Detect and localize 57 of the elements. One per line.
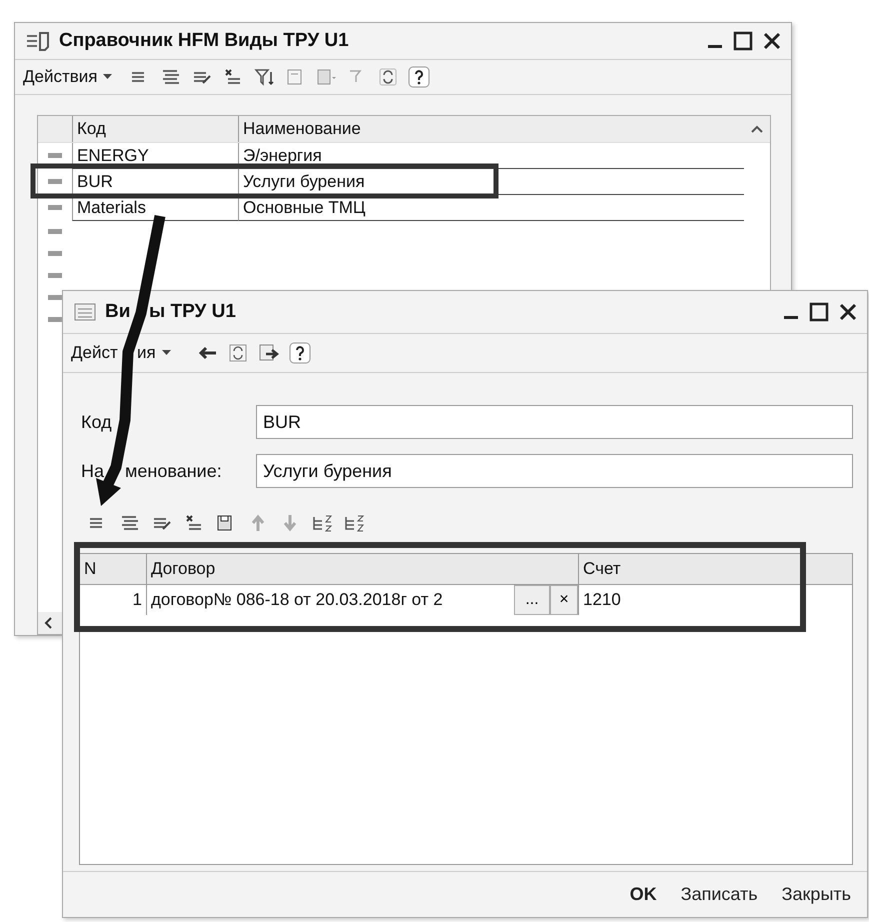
- close-icon[interactable]: [763, 32, 781, 50]
- sort-descending-icon[interactable]: [343, 513, 365, 533]
- row-marker-icon: [48, 251, 62, 257]
- filter-icon[interactable]: [253, 67, 276, 87]
- list-icon: [25, 31, 51, 51]
- field-label: На: [81, 460, 106, 482]
- scroll-up-icon[interactable]: [751, 125, 763, 133]
- close-icon[interactable]: [839, 303, 857, 321]
- table-cell: Услуги бурения: [238, 169, 744, 195]
- actions-menu[interactable]: Действия: [23, 67, 120, 87]
- field-label: Код: [81, 412, 112, 432]
- maximize-icon[interactable]: [809, 302, 829, 322]
- window-title: Ви: [105, 301, 131, 323]
- row-marker-icon: [48, 229, 62, 235]
- actions-menu[interactable]: Дейст: [71, 343, 119, 363]
- table-cell: Materials: [72, 195, 238, 221]
- help-icon[interactable]: [288, 342, 311, 364]
- input-field[interactable]: BUR: [256, 405, 853, 439]
- input-field[interactable]: Услуги бурения: [256, 454, 853, 488]
- choose-button[interactable]: ...: [514, 585, 550, 615]
- actions-menu[interactable]: ия: [137, 343, 179, 363]
- caret-icon: [162, 350, 171, 356]
- table-cell-text: 1: [132, 589, 143, 611]
- table-cell: Основные ТМЦ: [238, 195, 744, 221]
- row-marker-icon: [48, 317, 62, 323]
- table-cell: Э/энергия: [238, 143, 744, 169]
- window-title: Справочник HFM Виды ТРУ U1: [59, 30, 350, 52]
- reread-icon[interactable]: [226, 343, 249, 363]
- copy-row-icon[interactable]: [119, 513, 141, 533]
- row-marker-icon: [48, 295, 62, 301]
- column-header[interactable]: Договор: [146, 554, 578, 584]
- column-header[interactable]: Счет: [578, 554, 852, 584]
- window-title: ы ТРУ U1: [149, 301, 236, 323]
- column-header[interactable]: N: [80, 554, 146, 584]
- row-marker-icon: [48, 205, 62, 211]
- form-icon: [73, 302, 97, 322]
- field-label: менование:: [125, 460, 222, 482]
- refresh-icon[interactable]: [377, 67, 400, 87]
- table-cell: BUR: [72, 169, 238, 195]
- column-header[interactable]: Код: [72, 116, 238, 142]
- caret-icon: [103, 74, 112, 80]
- table-cell: 1210: [578, 585, 852, 615]
- help-icon[interactable]: [408, 66, 430, 88]
- row-marker-icon: [48, 153, 62, 159]
- clear-button[interactable]: ×: [550, 585, 578, 615]
- dialog-button[interactable]: OK: [620, 880, 667, 909]
- scroll-left-icon[interactable]: [44, 617, 52, 629]
- row-marker-icon: [48, 273, 62, 279]
- sort-ascending-icon[interactable]: [311, 513, 333, 533]
- column-header[interactable]: Наименование: [238, 116, 744, 142]
- maximize-icon[interactable]: [733, 31, 753, 51]
- row-marker-icon: [48, 179, 62, 185]
- dialog-button[interactable]: Закрыть: [772, 880, 861, 909]
- copy-forward-icon[interactable]: [258, 343, 280, 363]
- filter-history-icon[interactable]: [315, 67, 338, 87]
- dialog-button[interactable]: Записать: [670, 880, 768, 909]
- table-cell: ENERGY: [72, 143, 238, 169]
